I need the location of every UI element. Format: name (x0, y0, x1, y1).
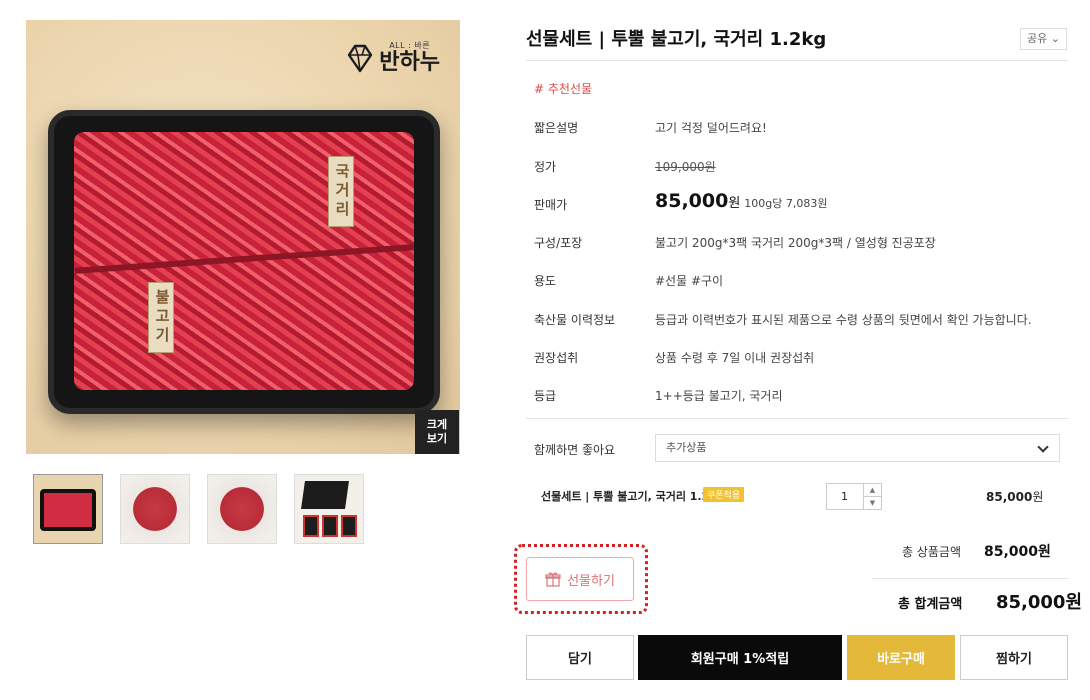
value-short-desc: 고기 걱정 덜어드려요! (655, 121, 767, 135)
add-to-cart-button[interactable]: 담기 (526, 635, 634, 680)
thumbnail-pack (303, 515, 319, 537)
brand-logo: ALL : 바른 반하누 (347, 40, 440, 75)
divider (872, 578, 1068, 579)
gift-icon (545, 572, 561, 587)
share-button[interactable]: 공유 ⌄ (1020, 28, 1067, 50)
label-composition: 구성/포장 (534, 236, 583, 250)
brand-logo-icon (348, 44, 373, 72)
option-price-amount: 85,000 (986, 490, 1033, 504)
quantity-up-icon[interactable]: ▲ (864, 484, 881, 496)
label-list-price: 정가 (534, 160, 557, 174)
label-short-desc: 짧은설명 (534, 121, 579, 135)
label-addon: 함께하면 좋아요 (534, 443, 616, 457)
zoom-label-1: 크게 (426, 418, 448, 431)
member-buy-button[interactable]: 회원구매 1%적립 (638, 635, 842, 680)
buy-now-button[interactable]: 바로구매 (847, 635, 955, 680)
option-price-unit: 원 (1032, 490, 1044, 504)
quantity-stepper[interactable]: 1 ▲ ▼ (826, 483, 882, 510)
subtotal-value: 85,000원 (984, 544, 1051, 560)
meat-tray (48, 110, 440, 414)
thumbnail-gift-box (301, 481, 349, 509)
subtotal-label: 총 상품금액 (902, 545, 962, 559)
value-usage: #선물 #구이 (655, 274, 724, 288)
meat-label-gukgeori: 국거리 (328, 156, 354, 227)
meat-label-bulgogi: 불고기 (148, 282, 174, 353)
divider (526, 418, 1068, 419)
thumbnail-3[interactable] (207, 474, 277, 544)
quantity-down-icon[interactable]: ▼ (864, 496, 881, 509)
value-recommended-intake: 상품 수령 후 7일 이내 권장섭취 (655, 351, 815, 365)
value-list-price: 109,000원 (655, 160, 716, 174)
value-sale-price: 85,000원 100g당 7,083원 (655, 190, 828, 212)
total-label: 총 합계금액 (898, 597, 963, 612)
divider (526, 60, 1068, 61)
coupon-badge: 쿠폰적용 (703, 487, 745, 502)
unit-price: 100g당 7,083원 (744, 197, 828, 210)
value-composition: 불고기 200g*3팩 국거리 200g*3팩 / 열성형 진공포장 (655, 236, 936, 250)
addon-select-value: 추가상품 (666, 441, 707, 454)
label-sale-price: 판매가 (534, 198, 568, 212)
thumbnail-1[interactable] (33, 474, 103, 544)
thumbnail-2[interactable] (120, 474, 190, 544)
addon-select[interactable]: 추가상품 (655, 434, 1060, 462)
quantity-value[interactable]: 1 (827, 484, 864, 509)
brand-name: 반하누 (379, 50, 440, 75)
thumbnail-4[interactable] (294, 474, 364, 544)
tray-divider (74, 243, 414, 274)
thumbnail-pack (341, 515, 357, 537)
product-main-image: ALL : 바른 반하누 국거리 불고기 (26, 20, 460, 454)
thumbnail-list (33, 474, 364, 544)
thumbnail-tray (40, 489, 96, 531)
sale-price-amount: 85,000 (655, 190, 729, 212)
gift-button-label: 선물하기 (567, 573, 615, 589)
label-recommended-intake: 권장섭취 (534, 351, 579, 365)
label-usage: 용도 (534, 274, 557, 288)
total-value: 85,000원 (996, 592, 1083, 613)
zoom-label-2: 보기 (426, 432, 448, 445)
meat-contents (74, 132, 414, 390)
gift-button[interactable]: 선물하기 (526, 557, 634, 601)
sale-price-unit: 원 (728, 196, 741, 211)
value-grade: 1++등급 불고기, 국거리 (655, 389, 783, 403)
hashtag-badge: # 추천선물 (534, 82, 593, 96)
selected-option-name: 선물세트 | 투뿔 불고기, 국거리 1.2kg (541, 490, 725, 503)
label-grade: 등급 (534, 389, 557, 403)
label-traceability: 축산물 이력정보 (534, 313, 616, 327)
option-price: 85,000원 (986, 488, 1043, 505)
value-traceability: 등급과 이력번호가 표시된 제품으로 수령 상품의 뒷면에서 확인 가능합니다. (655, 313, 1032, 327)
zoom-button[interactable]: 크게 보기 (415, 410, 459, 454)
thumbnail-pack (322, 515, 338, 537)
chevron-down-icon (1037, 441, 1049, 453)
product-title: 선물세트 | 투뿔 불고기, 국거리 1.2kg (526, 29, 827, 50)
wishlist-button[interactable]: 찜하기 (960, 635, 1068, 680)
